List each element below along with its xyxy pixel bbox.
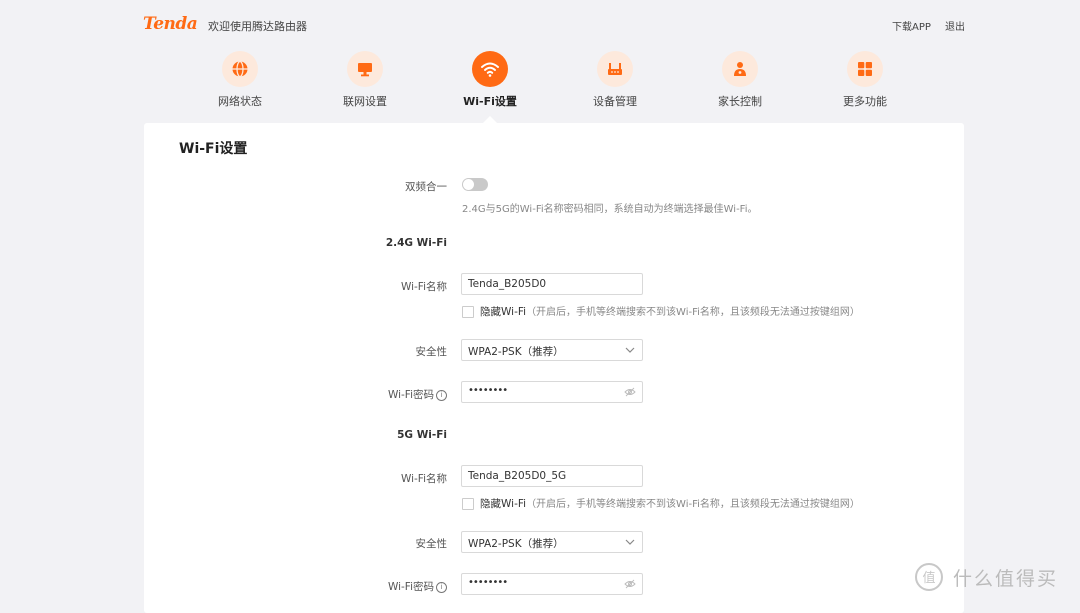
hide-wifi-checkbox-5g[interactable] — [462, 498, 474, 510]
security-value: WPA2-PSK（推荐） — [468, 346, 564, 358]
password-input-5g[interactable]: •••••••• — [461, 573, 643, 595]
section-5g: 5G Wi-Fi — [397, 429, 447, 441]
password-value: •••••••• — [468, 577, 508, 588]
hide-wifi-row-24g: 隐藏Wi-Fi（开启后，手机等终端搜索不到该Wi-Fi名称，且该频段无法通过按键… — [462, 303, 860, 319]
nav-label: 更多功能 — [843, 95, 887, 108]
nav-label: 联网设置 — [343, 95, 387, 108]
nav-label: 设备管理 — [593, 95, 637, 108]
logout-link[interactable]: 退出 — [945, 18, 965, 33]
password-value: •••••••• — [468, 385, 508, 396]
password-label-5g: Wi-Fi密码 i — [207, 579, 447, 594]
nav-item-parental-control[interactable]: 家长控制 — [680, 51, 800, 109]
monitor-icon — [347, 51, 383, 87]
svg-text:值: 值 — [922, 570, 935, 586]
security-value: WPA2-PSK（推荐） — [468, 538, 564, 550]
security-label-5g: 安全性 — [415, 538, 448, 550]
panel-title: Wi-Fi设置 — [179, 141, 248, 157]
dual-band-label: 双频合一 — [405, 181, 447, 193]
watermark-text: 什么值得买 — [953, 568, 1059, 590]
info-icon[interactable]: i — [436, 581, 447, 593]
hide-wifi-row-5g: 隐藏Wi-Fi（开启后，手机等终端搜索不到该Wi-Fi名称，且该频段无法通过按键… — [462, 495, 860, 511]
welcome-text: 欢迎使用腾达路由器 — [208, 20, 307, 33]
nav-item-network-status[interactable]: 网络状态 — [180, 51, 300, 109]
nav-label: 网络状态 — [218, 95, 262, 108]
nav-label: Wi-Fi设置 — [463, 95, 517, 108]
toggle-knob — [463, 179, 474, 190]
active-tab-pointer — [483, 116, 497, 123]
hide-wifi-note: （开启后，手机等终端搜索不到该Wi-Fi名称，且该频段无法通过按键组网） — [526, 499, 860, 510]
nav-item-internet-settings[interactable]: 联网设置 — [305, 51, 425, 109]
watermark-logo-icon: 值 — [915, 563, 943, 591]
info-icon[interactable]: i — [436, 389, 447, 401]
security-select-5g[interactable]: WPA2-PSK（推荐） — [461, 531, 643, 553]
router-icon — [597, 51, 633, 87]
chevron-down-icon — [625, 347, 635, 353]
header: Tenda 欢迎使用腾达路由器 下载APP 退出 — [0, 0, 1080, 50]
eye-hidden-icon[interactable] — [624, 579, 636, 589]
security-select-24g[interactable]: WPA2-PSK（推荐） — [461, 339, 643, 361]
password-label-text: Wi-Fi密码 — [387, 581, 434, 593]
hide-wifi-note: （开启后，手机等终端搜索不到该Wi-Fi名称，且该频段无法通过按键组网） — [526, 307, 860, 318]
chevron-down-icon — [625, 539, 635, 545]
wifi-name-input-24g[interactable]: Tenda_B205D0 — [461, 273, 643, 295]
nav-label: 家长控制 — [718, 95, 762, 108]
wifi-name-label-24g: Wi-Fi名称 — [400, 281, 447, 293]
password-label-text: Wi-Fi密码 — [387, 389, 434, 401]
nav-item-device-management[interactable]: 设备管理 — [555, 51, 675, 109]
grid-icon — [847, 51, 883, 87]
wifi-icon — [472, 51, 508, 87]
eye-hidden-icon[interactable] — [624, 387, 636, 397]
parent-icon — [722, 51, 758, 87]
nav-item-wifi-settings[interactable]: Wi-Fi设置 — [430, 51, 550, 109]
wifi-name-value: Tenda_B205D0_5G — [468, 470, 567, 482]
hide-wifi-checkbox-24g[interactable] — [462, 306, 474, 318]
wifi-name-label-5g: Wi-Fi名称 — [400, 473, 447, 485]
section-24g: 2.4G Wi-Fi — [385, 237, 447, 249]
dual-band-toggle[interactable] — [462, 178, 488, 191]
wifi-settings-panel: Wi-Fi设置 双频合一 2.4G与5G的Wi-Fi名称密码相同，系统自动为终端… — [144, 123, 964, 613]
password-input-24g[interactable]: •••••••• — [461, 381, 643, 403]
download-app-link[interactable]: 下载APP — [892, 18, 931, 33]
wifi-name-value: Tenda_B205D0 — [468, 278, 547, 290]
security-label-24g: 安全性 — [415, 346, 448, 358]
globe-icon — [222, 51, 258, 87]
hide-wifi-label: 隐藏Wi-Fi — [480, 306, 527, 318]
nav-item-more-features[interactable]: 更多功能 — [805, 51, 925, 109]
hide-wifi-label: 隐藏Wi-Fi — [480, 498, 527, 510]
tenda-logo: Tenda — [143, 14, 198, 34]
password-label-24g: Wi-Fi密码 i — [207, 387, 447, 402]
dual-band-hint: 2.4G与5G的Wi-Fi名称密码相同，系统自动为终端选择最佳Wi-Fi。 — [462, 204, 758, 215]
main-nav: 网络状态 联网设置 Wi-Fi设置 设备管理 家长控制 更多功能 — [0, 50, 1080, 122]
wifi-name-input-5g[interactable]: Tenda_B205D0_5G — [461, 465, 643, 487]
